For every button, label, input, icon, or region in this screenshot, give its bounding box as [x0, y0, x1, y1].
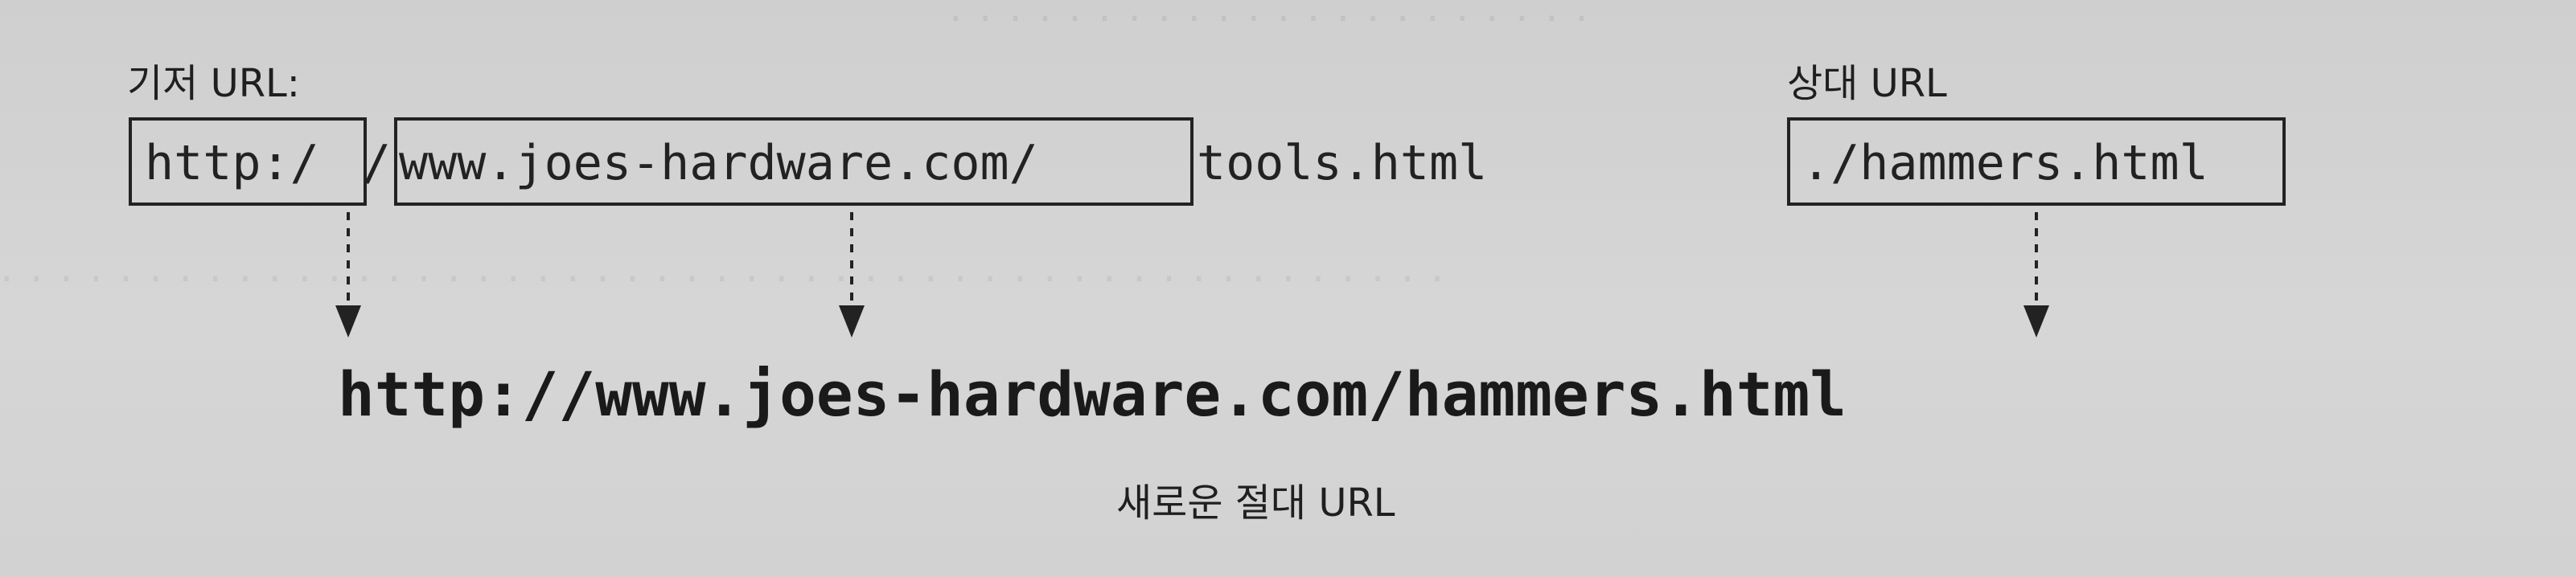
host-arrowhead	[839, 305, 865, 338]
new-absolute-url-label: 새로운 절대 URL	[1116, 481, 1395, 526]
relative-arrowhead	[2023, 305, 2049, 338]
scheme-arrowhead	[335, 305, 361, 338]
result-url: http://www.joes-hardware.com/hammers.htm…	[338, 358, 1847, 430]
